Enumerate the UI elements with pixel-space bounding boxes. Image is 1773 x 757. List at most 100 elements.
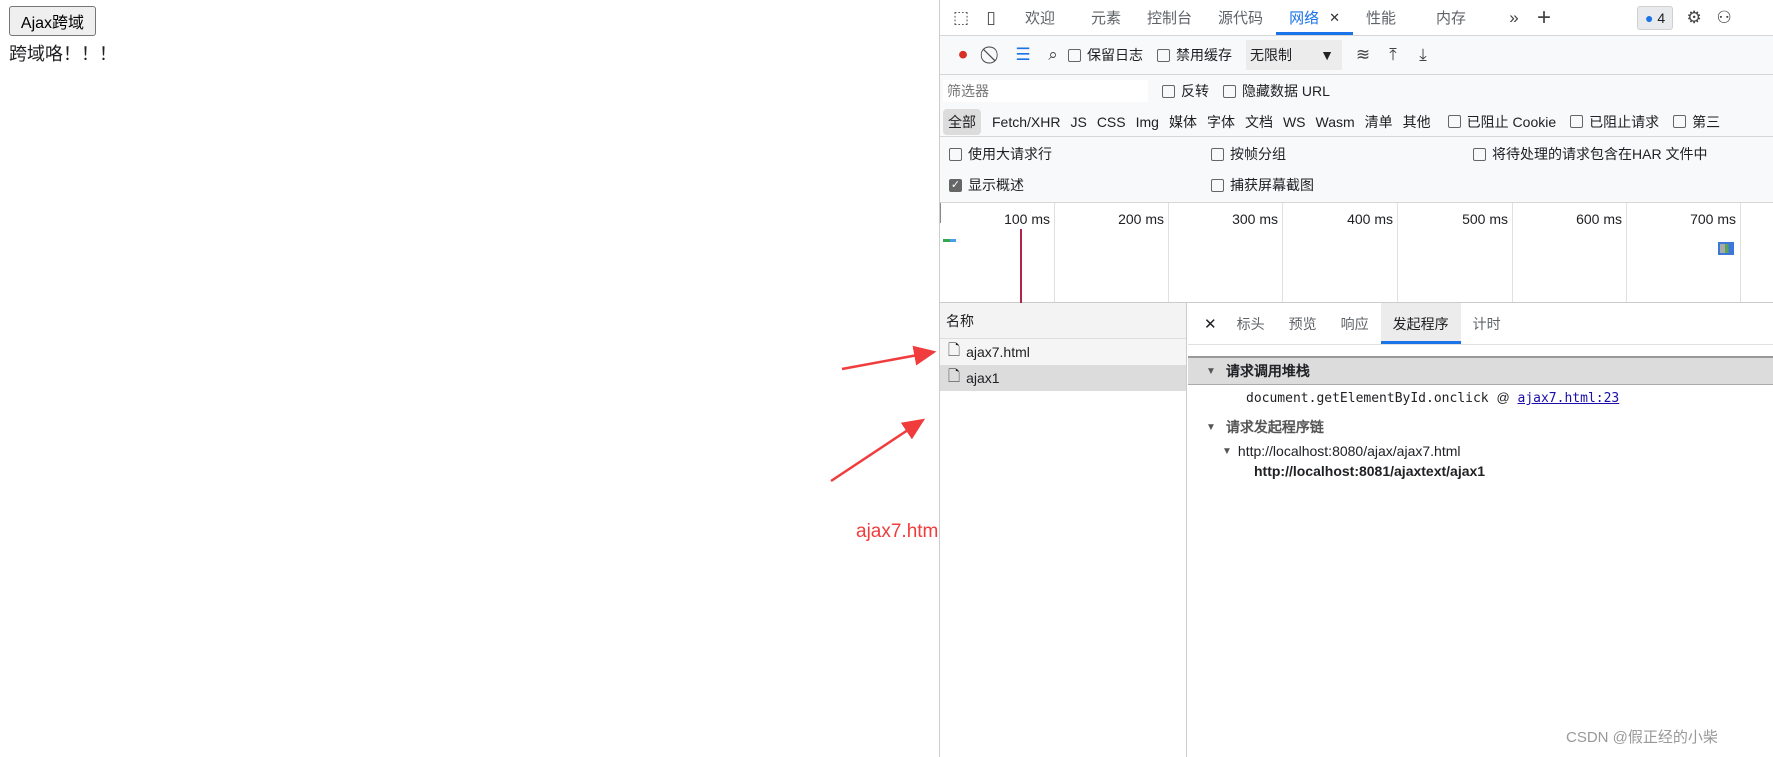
type-filter-8[interactable]: WS <box>1278 114 1311 130</box>
tab-headers[interactable]: 标头 <box>1225 303 1277 344</box>
stack-source-link[interactable]: ajax7.html:23 <box>1518 391 1620 406</box>
throttle-value: 无限制 <box>1250 47 1292 63</box>
type-filter-2[interactable]: JS <box>1065 114 1091 130</box>
tab-initiator[interactable]: 发起程序 <box>1380 303 1461 344</box>
timeline-label: 300 ms <box>1232 211 1278 227</box>
export-har-icon[interactable]: ⤓ <box>1408 40 1438 70</box>
call-stack-section-header[interactable]: ▼ 请求调用堆栈 <box>1188 356 1773 385</box>
tab-memory[interactable]: 内存 <box>1423 0 1479 35</box>
capture-screenshots-checkbox[interactable]: 捕获屏幕截图 <box>1211 175 1314 195</box>
watermark: CSDN @假正经的小柴 <box>1566 729 1718 746</box>
invert-checkbox[interactable]: 反转 <box>1162 81 1209 101</box>
tab-response[interactable]: 响应 <box>1329 303 1381 344</box>
preserve-log-checkbox[interactable]: 保留日志 <box>1068 45 1143 65</box>
import-har-icon[interactable]: ⤒ <box>1378 40 1408 70</box>
filter-icon[interactable]: ☰ <box>1008 40 1038 70</box>
tab-sources[interactable]: 源代码 <box>1205 0 1276 35</box>
type-filter-4[interactable]: Img <box>1131 114 1164 130</box>
tab-welcome[interactable]: 欢迎 <box>1012 0 1068 35</box>
capture-screenshots-label: 捕获屏幕截图 <box>1230 177 1314 193</box>
chain-child-url[interactable]: http://localhost:8081/ajaxtext/ajax1 <box>1254 463 1485 479</box>
timeline-label: 400 ms <box>1347 211 1393 227</box>
request-row[interactable]: 🗋 ajax7.html <box>940 339 1186 365</box>
close-tab-icon[interactable]: ✕ <box>1329 10 1340 26</box>
device-toolbar-icon[interactable]: ▯ <box>976 3 1006 33</box>
tab-elements[interactable]: 元素 <box>1078 0 1134 35</box>
tab-performance[interactable]: 性能 <box>1353 0 1409 35</box>
clear-icon[interactable]: ⃠ <box>978 40 1008 70</box>
tab-network-label: 网络 <box>1289 10 1320 27</box>
more-tabs-icon[interactable]: » <box>1499 3 1529 33</box>
big-rows-checkbox[interactable]: 使用大请求行 <box>949 144 1052 164</box>
initiator-chain-header[interactable]: ▼ 请求发起程序链 <box>1206 417 1324 437</box>
timeline-gridline <box>1626 203 1627 302</box>
settings-options: 使用大请求行 按帧分组 将待处理的请求包含在HAR 文件中 ✓ 显示概述 捕获屏幕… <box>940 137 1773 203</box>
load-event-line <box>1020 229 1022 303</box>
type-filter-7[interactable]: 文档 <box>1240 112 1278 132</box>
timeline-label: 500 ms <box>1462 211 1508 227</box>
request-row-selected[interactable]: 🗋 ajax1 <box>940 365 1186 391</box>
third-party-checkbox[interactable]: 第三 <box>1673 112 1720 132</box>
chain-parent[interactable]: ▼ http://localhost:8080/ajax/ajax7.html <box>1222 442 1460 460</box>
har-pending-checkbox[interactable]: 将待处理的请求包含在HAR 文件中 <box>1473 144 1707 164</box>
group-by-frame-checkbox[interactable]: 按帧分组 <box>1211 144 1286 164</box>
inspect-icon[interactable]: ⬚ <box>946 3 976 33</box>
timeline-gridline <box>1397 203 1398 302</box>
timeline-gridline <box>1168 203 1169 302</box>
timeline-gridline <box>1282 203 1283 302</box>
type-filter-9[interactable]: Wasm <box>1311 114 1360 130</box>
filter-input[interactable] <box>943 80 1148 102</box>
timeline-handle[interactable] <box>940 203 941 223</box>
chain-parent-url: http://localhost:8080/ajax/ajax7.html <box>1237 443 1461 459</box>
type-filter-11[interactable]: 其他 <box>1398 112 1436 132</box>
type-filter-row: 全部 Fetch/XHR JS CSS Img 媒体 字体 文档 WS Wasm 清单 其他 已阻止 C… <box>940 107 1773 137</box>
timeline-gridline <box>1740 203 1741 302</box>
stack-at: @ <box>1496 390 1510 405</box>
tab-timing[interactable]: 计时 <box>1461 303 1513 344</box>
file-icon: 🗋 <box>948 367 961 385</box>
record-icon[interactable]: ⏺ <box>948 40 978 70</box>
gear-icon[interactable]: ⚙ <box>1679 3 1709 33</box>
timeline-label: 200 ms <box>1118 211 1164 227</box>
initiator-chain-title: 请求发起程序链 <box>1225 419 1324 435</box>
hide-data-urls-checkbox[interactable]: 隐藏数据 URL <box>1223 81 1330 101</box>
add-tab-icon[interactable]: + <box>1529 3 1559 33</box>
expand-triangle-icon: ▼ <box>1222 445 1232 457</box>
request-list: 名称 🗋 ajax7.html 🗋 ajax1 <box>940 303 1187 757</box>
detail-tabs: ✕ 标头 预览 响应 发起程序 计时 <box>1188 303 1773 345</box>
chat-icon: ● <box>1645 9 1654 26</box>
type-filter-10[interactable]: 清单 <box>1360 112 1398 132</box>
type-filter-6[interactable]: 字体 <box>1202 112 1240 132</box>
file-icon: 🗋 <box>948 341 961 359</box>
timeline-label: 100 ms <box>1004 211 1050 227</box>
blocked-requests-checkbox[interactable]: 已阻止请求 <box>1570 112 1659 132</box>
close-details-icon[interactable]: ✕ <box>1196 315 1225 333</box>
blocked-requests-label: 已阻止请求 <box>1589 113 1660 130</box>
disable-cache-checkbox[interactable]: 禁用缓存 <box>1157 45 1232 65</box>
show-overview-checkbox[interactable]: ✓ 显示概述 <box>949 175 1024 195</box>
tab-preview[interactable]: 预览 <box>1277 303 1329 344</box>
customize-icon[interactable]: ⚇ <box>1709 3 1739 33</box>
tab-network[interactable]: 网络 ✕ <box>1276 0 1353 35</box>
type-filter-3[interactable]: CSS <box>1092 114 1131 130</box>
network-conditions-icon[interactable]: ≋ <box>1348 40 1378 70</box>
issues-badge[interactable]: ● 4 <box>1637 5 1674 30</box>
timeline-overview[interactable]: 100 ms 200 ms 300 ms 400 ms 500 ms 600 ms 700 … <box>940 203 1773 303</box>
timeline-bar <box>943 239 950 242</box>
arrow-to-ajax7 <box>841 345 937 371</box>
type-filter-0[interactable]: 全部 <box>943 108 981 135</box>
timeline-bar <box>950 239 956 242</box>
devtools-tab-bar: ⬚ ▯ 欢迎 元素 控制台 源代码 网络 ✕ 性能 内存 » + ● 4 ⚙ ⚇ <box>940 0 1773 36</box>
search-icon[interactable]: ⌕ <box>1038 40 1068 70</box>
type-filter-1[interactable]: Fetch/XHR <box>987 114 1065 130</box>
name-column-header[interactable]: 名称 <box>940 303 1186 339</box>
timeline-label: 600 ms <box>1576 211 1622 227</box>
disable-cache-label: 禁用缓存 <box>1176 47 1232 63</box>
blocked-cookies-checkbox[interactable]: 已阻止 Cookie <box>1447 112 1556 132</box>
tab-console[interactable]: 控制台 <box>1134 0 1205 35</box>
throttle-select[interactable]: 无限制 ▼ <box>1246 40 1342 70</box>
stack-function: document.getElementById.onclick <box>1246 391 1489 406</box>
timeline-gridline <box>1054 203 1055 302</box>
annotation-arrows <box>830 345 937 483</box>
type-filter-5[interactable]: 媒体 <box>1164 112 1202 132</box>
